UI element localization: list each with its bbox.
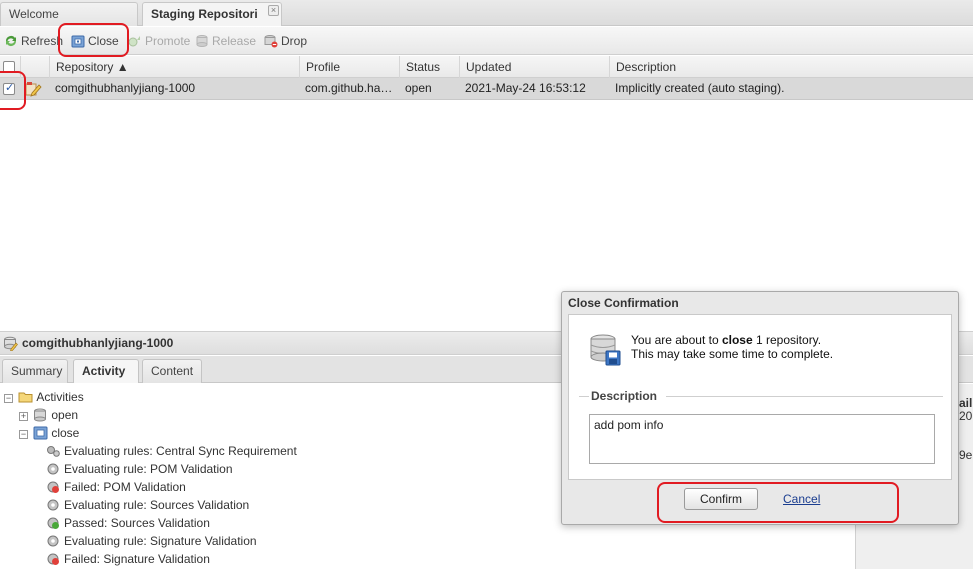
cell-profile: com.github.ha…: [305, 81, 393, 95]
repository-close-icon: [590, 334, 621, 366]
cell-status: open: [405, 81, 432, 95]
detail-panel-title: comgithubhanlyjiang-1000: [22, 336, 174, 350]
expand-icon[interactable]: +: [19, 412, 28, 421]
promote-icon: [128, 36, 140, 47]
event-label: Passed: Sources Validation: [64, 516, 210, 530]
tree-node-activities[interactable]: − Activities: [4, 388, 84, 406]
collapse-icon[interactable]: −: [4, 394, 13, 403]
passed-gear-icon: [47, 517, 59, 529]
tree-root-label: Activities: [36, 390, 84, 404]
release-button[interactable]: Release: [195, 33, 256, 49]
fieldset-border-right: [666, 396, 943, 397]
refresh-button[interactable]: Refresh: [4, 33, 63, 49]
repository-open-icon: [34, 408, 47, 422]
tree-node-close-label: close: [51, 426, 80, 440]
column-header-updated[interactable]: Updated: [459, 56, 609, 78]
grid-header: Repository ▲ Profile Status Updated Desc…: [0, 56, 973, 78]
tab-summary[interactable]: Summary: [2, 359, 68, 383]
message-action: close: [721, 333, 753, 347]
fieldset-border-left: [579, 396, 589, 397]
refresh-icon: [6, 36, 16, 46]
column-header-description[interactable]: Description: [609, 56, 973, 78]
list-item[interactable]: Evaluating rules: Central Sync Requireme…: [46, 442, 297, 460]
event-label: Evaluating rule: Signature Validation: [64, 534, 257, 548]
tab-content[interactable]: Content: [142, 359, 202, 383]
tab-activity[interactable]: Activity: [73, 359, 139, 383]
dialog-title: Close Confirmation: [568, 296, 679, 310]
description-label: Description: [591, 389, 658, 403]
message-line2: This may take some time to complete.: [631, 347, 834, 361]
dialog-message: You are about to close 1 repository. Thi…: [631, 333, 833, 361]
cell-updated: 2021-May-24 16:53:12: [465, 81, 586, 95]
folder-icon: [18, 392, 33, 403]
gear-icon: [47, 535, 59, 547]
tree-node-open[interactable]: + open: [19, 406, 78, 424]
gear-icon: [47, 499, 59, 511]
tree-node-close[interactable]: − close: [19, 424, 79, 442]
tab-close-icon[interactable]: ×: [268, 5, 279, 16]
gear-icon: [47, 463, 59, 475]
detail-fragment-1: ail: [959, 396, 973, 410]
list-item[interactable]: Passed: Sources Validation: [46, 514, 210, 532]
message-suffix: 1 repository.: [752, 333, 822, 347]
promote-button[interactable]: Promote: [128, 33, 190, 49]
column-header-profile[interactable]: Profile: [299, 56, 399, 78]
detail-fragment-2: 20: [959, 409, 973, 423]
tab-welcome-label: Welcome: [9, 7, 59, 21]
list-item[interactable]: Evaluating rule: POM Validation: [46, 460, 233, 478]
highlight-dialog-buttons: [657, 482, 899, 523]
dialog-body: You are about to close 1 repository. Thi…: [568, 314, 952, 480]
detail-fragment-3: 9e: [959, 448, 973, 462]
repository-edit-icon: [25, 82, 42, 97]
promote-label: Promote: [145, 34, 191, 48]
list-item[interactable]: Failed: POM Validation: [46, 478, 186, 496]
repository-icon: [4, 336, 18, 351]
highlight-row-checkbox: [0, 71, 26, 110]
column-header-status[interactable]: Status: [399, 56, 459, 78]
collapse-icon[interactable]: −: [19, 430, 28, 439]
failed-gear-icon: [47, 553, 59, 565]
close-repository-icon: [33, 426, 48, 440]
event-label: Failed: Signature Validation: [64, 552, 210, 566]
cell-repository: comgithubhanlyjiang-1000: [55, 81, 196, 95]
drop-icon: [264, 35, 278, 48]
event-label: Evaluating rule: Sources Validation: [64, 498, 250, 512]
tab-summary-label: Summary: [11, 364, 63, 378]
refresh-label: Refresh: [21, 34, 64, 48]
drop-label: Drop: [281, 34, 308, 48]
tab-staging-repositories[interactable]: Staging Repositori ×: [142, 2, 282, 26]
tree-node-open-label: open: [51, 408, 79, 422]
description-field[interactable]: add pom info: [589, 414, 935, 464]
toolbar: Refresh Close Promote Release Drop: [0, 27, 973, 55]
event-label: Evaluating rule: POM Validation: [64, 462, 233, 476]
column-header-repository[interactable]: Repository ▲: [49, 56, 299, 78]
tab-content-label: Content: [151, 364, 194, 378]
drop-button[interactable]: Drop: [264, 33, 307, 49]
highlight-close-button: [58, 23, 129, 57]
release-icon: [196, 35, 208, 47]
main-tab-bar: Welcome Staging Repositori ×: [0, 0, 973, 26]
message-prefix: You are about to: [631, 333, 722, 347]
list-item[interactable]: Failed: Signature Validation: [46, 550, 210, 568]
table-row[interactable]: comgithubhanlyjiang-1000 com.github.ha… …: [0, 78, 973, 100]
tab-activity-label: Activity: [82, 364, 126, 378]
release-label: Release: [212, 34, 257, 48]
cell-description: Implicitly created (auto staging).: [615, 81, 785, 95]
event-label: Failed: POM Validation: [64, 480, 186, 494]
event-label: Evaluating rules: Central Sync Requireme…: [64, 444, 297, 458]
gears-icon: [47, 446, 60, 457]
list-item[interactable]: Evaluating rule: Signature Validation: [46, 532, 257, 550]
list-item[interactable]: Evaluating rule: Sources Validation: [46, 496, 249, 514]
failed-gear-icon: [47, 481, 59, 493]
tab-staging-label: Staging Repositori: [151, 7, 258, 21]
